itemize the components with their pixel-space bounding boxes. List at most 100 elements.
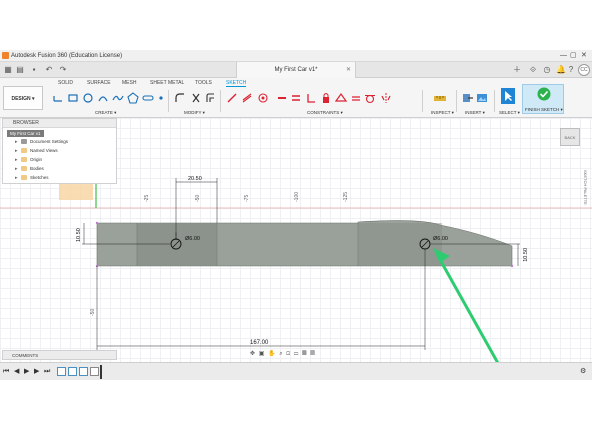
constraints-group-label[interactable]: CONSTRAINTS ▾: [307, 110, 343, 116]
collinear-icon[interactable]: [241, 92, 253, 104]
grid-settings-icon[interactable]: ▦: [302, 351, 308, 357]
circle-tool-icon[interactable]: [82, 92, 94, 104]
browser-item-origin[interactable]: ▸ Origin: [15, 156, 42, 164]
parallel-icon[interactable]: [290, 92, 302, 104]
tab-surface[interactable]: SURFACE: [87, 80, 111, 86]
browser-item-named-views[interactable]: ▸ Named Views: [15, 147, 58, 155]
finish-sketch-button[interactable]: FINISH SKETCH ▾: [522, 84, 564, 114]
sketch-point[interactable]: [95, 221, 99, 225]
sketch-palette-tab[interactable]: SKETCH PALETTE: [583, 170, 588, 205]
horizontal-constraint-icon[interactable]: [276, 92, 288, 104]
viewcube[interactable]: BACK: [560, 128, 580, 146]
go-to-end-icon[interactable]: ⏭: [44, 367, 50, 377]
dimension-hole-rear[interactable]: Ø6.00: [433, 236, 448, 242]
midpoint-icon[interactable]: [335, 92, 347, 104]
file-menu-icon[interactable]: ▤: [15, 65, 25, 75]
equal-icon[interactable]: [350, 92, 362, 104]
fit-icon[interactable]: ⊡: [286, 351, 291, 357]
maximize-button[interactable]: ▢: [570, 51, 577, 61]
document-tab[interactable]: My First Car v1* ✕: [236, 62, 356, 78]
close-button[interactable]: ✕: [581, 51, 587, 61]
extensions-icon[interactable]: ⟐: [528, 65, 538, 75]
timeline-settings-icon[interactable]: ⚙: [580, 367, 586, 377]
comments-panel[interactable]: COMMENTS: [2, 350, 117, 360]
spline-tool-icon[interactable]: [112, 92, 124, 104]
save-icon[interactable]: ▪: [29, 65, 39, 75]
browser-item-sketches[interactable]: ▸ Sketches: [15, 174, 49, 182]
create-group-label[interactable]: CREATE ▾: [95, 110, 116, 116]
browser-item-bodies[interactable]: ▸ Bodies: [15, 165, 44, 173]
display-settings-icon[interactable]: ▭: [294, 351, 300, 357]
tab-sheet-metal[interactable]: SHEET METAL: [150, 80, 184, 86]
annotation-arrow: [436, 254, 500, 362]
finish-sketch-label: FINISH SKETCH ▾: [525, 107, 563, 112]
insert-group-label[interactable]: INSERT ▾: [465, 110, 485, 116]
timeline-bar: ⏮ ◀ ▶ ▶ ⏭ ⚙: [0, 362, 592, 380]
browser-header[interactable]: BROWSER: [3, 119, 116, 128]
coincident-icon[interactable]: [226, 92, 238, 104]
fillet-tool-icon[interactable]: [174, 92, 186, 104]
dimension-left-height[interactable]: 10.50: [76, 228, 82, 242]
point-tool-icon[interactable]: [155, 92, 167, 104]
notifications-icon[interactable]: 🔔: [556, 65, 566, 75]
folder-icon: [21, 157, 27, 162]
help-icon[interactable]: ?: [566, 65, 576, 75]
browser-root-item[interactable]: My First Car v1: [7, 130, 44, 137]
look-at-icon[interactable]: ▣: [259, 351, 266, 357]
tab-tools[interactable]: TOOLS: [195, 80, 212, 86]
line-tool-icon[interactable]: [52, 92, 64, 104]
timeline-marker[interactable]: [100, 365, 102, 379]
sketch-point[interactable]: [510, 264, 514, 268]
inspect-group-label[interactable]: INSPECT ▾: [431, 110, 454, 116]
arc-tool-icon[interactable]: [97, 92, 109, 104]
trim-tool-icon[interactable]: [190, 92, 202, 104]
step-back-icon[interactable]: ◀: [14, 367, 19, 377]
avatar[interactable]: CC: [578, 64, 590, 76]
tab-solid[interactable]: SOLID: [58, 80, 73, 86]
go-to-start-icon[interactable]: ⏮: [3, 367, 9, 377]
select-icon[interactable]: [501, 88, 515, 104]
redo-icon[interactable]: ↷: [58, 65, 68, 75]
sketch-canvas[interactable]: -25 -50 -75 -100 -125 -50 20.50 10.50 Ø6…: [0, 118, 592, 362]
timeline-feature[interactable]: [57, 367, 66, 376]
zoom-icon[interactable]: ⌕: [279, 351, 283, 357]
dimension-top-offset[interactable]: 20.50: [188, 176, 202, 182]
orbit-icon[interactable]: ✥: [250, 351, 256, 357]
dimension-right-height[interactable]: 10.50: [523, 248, 529, 262]
perpendicular-icon[interactable]: [305, 92, 317, 104]
rectangle-tool-icon[interactable]: [67, 92, 79, 104]
tab-sketch[interactable]: SKETCH: [226, 80, 247, 87]
insert-derive-icon[interactable]: [462, 92, 474, 104]
minimize-button[interactable]: —: [560, 51, 567, 61]
dimension-hole-front[interactable]: Ø6.00: [185, 236, 200, 242]
measure-icon[interactable]: [433, 92, 447, 104]
polygon-tool-icon[interactable]: [127, 92, 139, 104]
select-group-label[interactable]: SELECT ▾: [499, 110, 520, 116]
body-shade-region: [137, 223, 217, 266]
concentric-icon[interactable]: [257, 92, 269, 104]
viewports-icon[interactable]: ▤: [310, 351, 316, 357]
window-title: Autodesk Fusion 360 (Education License): [11, 53, 123, 59]
undo-icon[interactable]: ↶: [44, 65, 54, 75]
close-tab-icon[interactable]: ✕: [346, 62, 351, 78]
timeline-feature[interactable]: [68, 367, 77, 376]
browser-item-document-settings[interactable]: ▸ Document Settings: [15, 138, 68, 146]
data-panel-icon[interactable]: ▦: [3, 65, 13, 75]
slot-tool-icon[interactable]: [142, 92, 154, 104]
timeline-feature[interactable]: [90, 367, 99, 376]
fix-lock-icon[interactable]: [320, 92, 332, 104]
insert-image-icon[interactable]: [476, 92, 488, 104]
play-icon[interactable]: ▶: [24, 367, 29, 377]
tangent-icon[interactable]: [364, 92, 376, 104]
step-forward-icon[interactable]: ▶: [34, 367, 39, 377]
timeline-feature[interactable]: [79, 367, 88, 376]
dimension-hole-spacing[interactable]: 167.00: [250, 340, 269, 346]
offset-tool-icon[interactable]: [204, 92, 216, 104]
pan-icon[interactable]: ✋: [268, 351, 276, 357]
workspace-dropdown[interactable]: DESIGN ▾: [3, 86, 43, 110]
modify-group-label[interactable]: MODIFY ▾: [184, 110, 205, 116]
tab-mesh[interactable]: MESH: [122, 80, 136, 86]
new-tab-icon[interactable]: ＋: [512, 65, 522, 75]
symmetry-icon[interactable]: [380, 92, 392, 104]
job-status-icon[interactable]: ◷: [542, 65, 552, 75]
